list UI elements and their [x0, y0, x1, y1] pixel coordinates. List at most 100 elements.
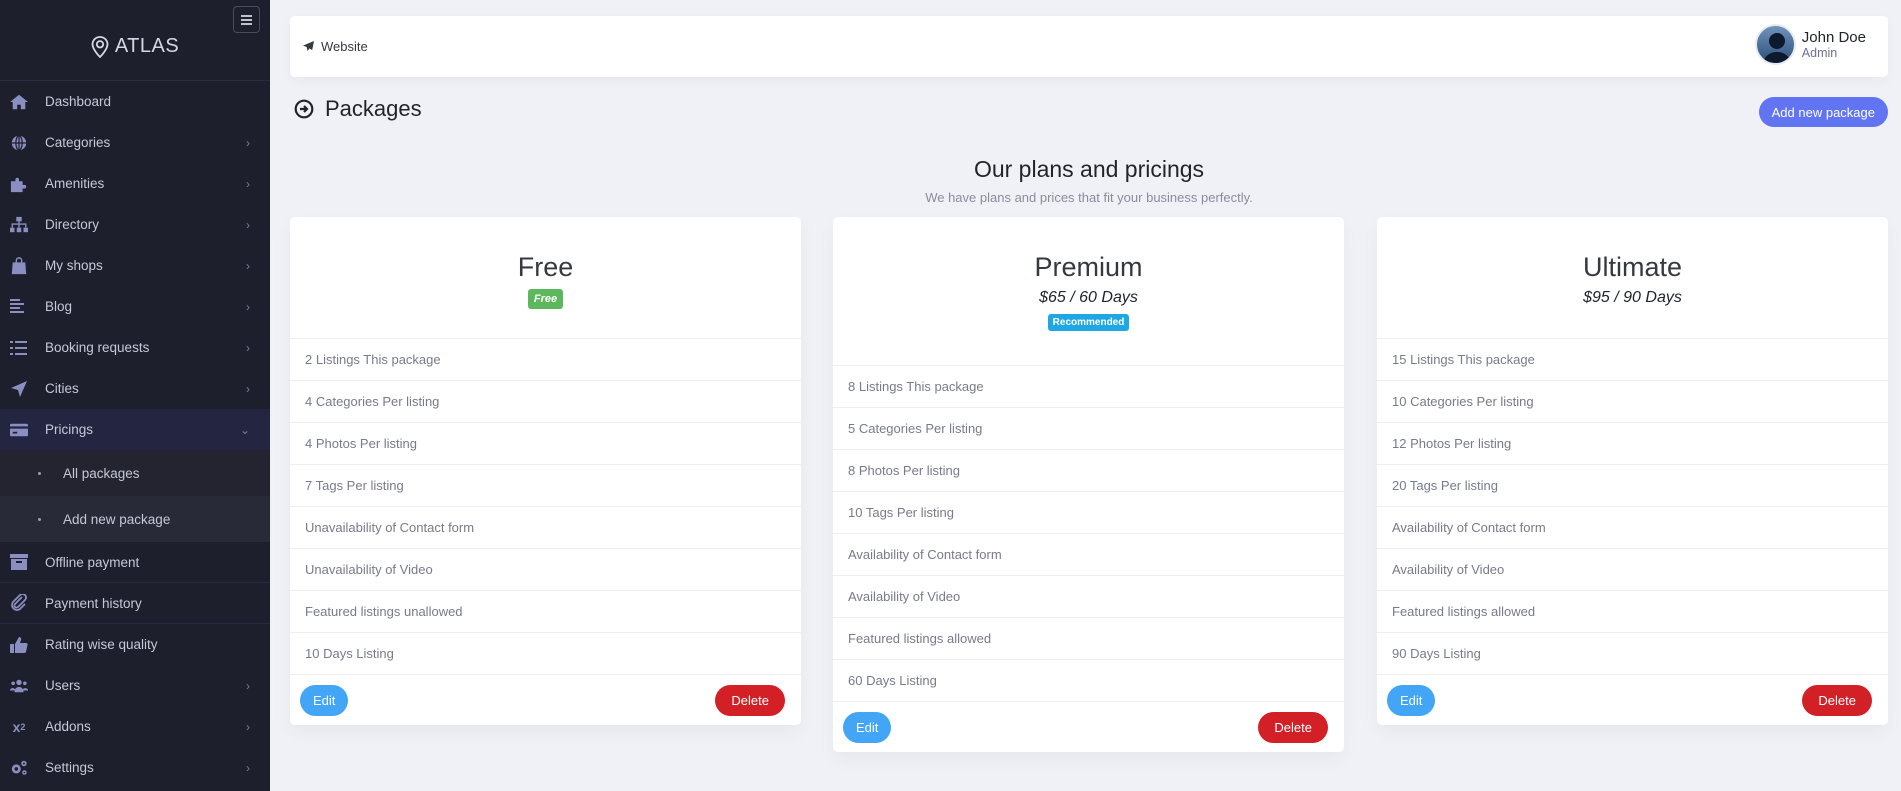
package-name: Premium: [1034, 252, 1143, 282]
card-header: Premium $65 / 60 Days Recommended: [833, 217, 1344, 366]
feature-item: 15 Listings This package: [1377, 339, 1888, 381]
chevron-right-icon: ›: [246, 678, 250, 693]
edit-button[interactable]: Edit: [843, 711, 892, 743]
feature-item: 5 Categories Per listing: [833, 408, 1344, 450]
package-name: Ultimate: [1582, 252, 1683, 282]
free-badge: Free: [527, 289, 564, 309]
chevron-right-icon: ›: [246, 760, 250, 775]
feature-item: 12 Photos Per listing: [1377, 423, 1888, 465]
page-title: Packages: [294, 96, 422, 122]
sidebar-nav: Dashboard Categories › Amenities › Direc…: [0, 81, 270, 788]
home-icon: [10, 93, 28, 111]
package-card-ultimate: Ultimate $95 / 90 Days 15 Listings This …: [1377, 217, 1888, 725]
chevron-right-icon: ›: [246, 299, 250, 314]
sidebar-item-label: Addons: [45, 719, 91, 734]
chevron-right-icon: ›: [246, 176, 250, 191]
card-footer: Edit Delete: [1377, 675, 1888, 725]
sidebar-item-label: Dashboard: [45, 94, 112, 109]
tasks-icon: [10, 339, 28, 357]
plans-subheading: We have plans and prices that fit your b…: [925, 190, 1253, 205]
feature-item: 4 Categories Per listing: [290, 381, 801, 423]
sidebar-item-amenities[interactable]: Amenities ›: [0, 163, 270, 204]
paperclip-icon: [10, 594, 28, 612]
chevron-right-icon: ›: [246, 340, 250, 355]
add-new-package-button[interactable]: Add new package: [1758, 97, 1888, 127]
hamburger-icon: [241, 14, 252, 26]
delete-button[interactable]: Delete: [715, 684, 785, 716]
feature-item: Availability of Video: [1377, 549, 1888, 591]
user-menu[interactable]: John Doe Admin: [1754, 24, 1866, 65]
chevron-right-icon: ›: [246, 217, 250, 232]
sidebar-item-offline-payment[interactable]: Offline payment: [0, 542, 270, 583]
feature-item: 8 Listings This package: [833, 366, 1344, 408]
bullet-icon: [38, 517, 41, 521]
sidebar-item-label: Rating wise quality: [45, 637, 158, 652]
package-card-free: Free Free 2 Listings This package 4 Cate…: [290, 217, 801, 725]
bullet-icon: [38, 471, 41, 475]
archive-icon: [10, 553, 28, 571]
sidebar-item-label: Cities: [45, 381, 79, 396]
sidebar-toggle-button[interactable]: [233, 6, 260, 33]
avatar: [1754, 24, 1796, 65]
shopping-bag-icon: [10, 256, 28, 275]
delete-button[interactable]: Delete: [1258, 711, 1328, 743]
feature-item: 2 Listings This package: [290, 339, 801, 381]
chevron-down-icon: ⌄: [239, 422, 250, 437]
sidebar-item-my-shops[interactable]: My shops ›: [0, 245, 270, 286]
cogs-icon: [10, 759, 28, 777]
sidebar-item-dashboard[interactable]: Dashboard: [0, 81, 270, 122]
superscript-icon: x2: [12, 718, 26, 735]
sidebar-item-cities[interactable]: Cities ›: [0, 368, 270, 409]
feature-item: 7 Tags Per listing: [290, 465, 801, 507]
arrow-circle-right-icon: [294, 99, 314, 119]
sidebar-item-label: Blog: [45, 299, 73, 314]
package-name: Free: [517, 252, 574, 282]
package-price: $95 / 90 Days: [1583, 289, 1682, 306]
globe-icon: [10, 134, 28, 152]
sidebar-subitem-all-packages[interactable]: All packages: [0, 450, 270, 496]
feature-item: 4 Photos Per listing: [290, 423, 801, 465]
page-title-text: Packages: [325, 96, 422, 121]
thumbs-up-icon: [10, 636, 28, 654]
package-card-premium: Premium $65 / 60 Days Recommended 8 List…: [833, 217, 1344, 752]
delete-button[interactable]: Delete: [1802, 684, 1872, 716]
sidebar-item-addons[interactable]: x2 Addons ›: [0, 706, 270, 747]
sidebar-item-users[interactable]: Users ›: [0, 665, 270, 706]
sidebar-item-pricings[interactable]: Pricings ⌄: [0, 409, 270, 450]
align-left-icon: [10, 298, 28, 316]
sidebar-subitem-add-new-package[interactable]: Add new package: [0, 496, 270, 542]
sidebar-item-directory[interactable]: Directory ›: [0, 204, 270, 245]
user-role: Admin: [1801, 46, 1838, 60]
topbar: Website John Doe Admin: [290, 16, 1888, 77]
feature-item: Featured listings unallowed: [290, 591, 801, 633]
website-link[interactable]: Website: [303, 16, 368, 77]
credit-card-icon: [10, 421, 28, 439]
sidebar-item-blog[interactable]: Blog ›: [0, 286, 270, 327]
brand-name: ATLAS: [114, 35, 180, 57]
map-marker-icon: [91, 35, 109, 58]
card-header: Free Free: [290, 217, 801, 339]
card-header: Ultimate $95 / 90 Days: [1377, 217, 1888, 339]
paper-plane-icon: [303, 41, 314, 52]
sidebar-item-settings[interactable]: Settings ›: [0, 747, 270, 788]
sitemap-icon: [10, 216, 28, 234]
sidebar-item-label: Directory: [45, 217, 100, 232]
sidebar-item-rating-wise-quality[interactable]: Rating wise quality: [0, 624, 270, 665]
card-footer: Edit Delete: [290, 675, 801, 725]
brand-logo[interactable]: ATLAS: [0, 35, 270, 58]
feature-item: Featured listings allowed: [833, 618, 1344, 660]
edit-button[interactable]: Edit: [1387, 684, 1436, 716]
sidebar-item-label: Amenities: [45, 176, 105, 191]
feature-item: 60 Days Listing: [833, 660, 1344, 702]
card-footer: Edit Delete: [833, 702, 1344, 752]
feature-item: 10 Days Listing: [290, 633, 801, 675]
sidebar-item-label: Pricings: [45, 422, 94, 437]
chevron-right-icon: ›: [246, 719, 250, 734]
sidebar-item-categories[interactable]: Categories ›: [0, 122, 270, 163]
package-price: $65 / 60 Days: [1039, 289, 1138, 306]
sidebar-item-payment-history[interactable]: Payment history: [0, 583, 270, 624]
sidebar-item-label: Booking requests: [45, 340, 150, 355]
sidebar-item-booking-requests[interactable]: Booking requests ›: [0, 327, 270, 368]
edit-button[interactable]: Edit: [300, 684, 349, 716]
feature-item: 8 Photos Per listing: [833, 450, 1344, 492]
